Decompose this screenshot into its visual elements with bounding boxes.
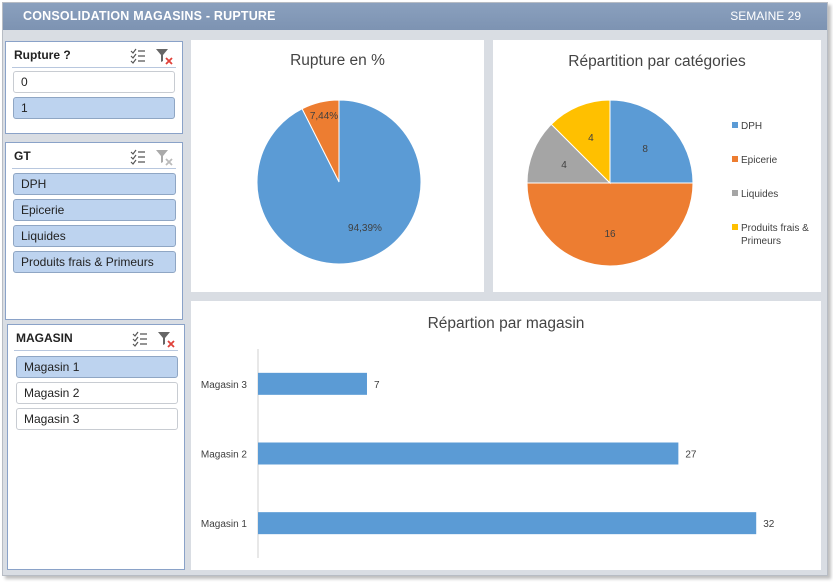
slicer-item-magasin-3[interactable]: Magasin 3: [16, 408, 178, 430]
pie-data-label: 8: [642, 144, 648, 155]
clear-filter-icon[interactable]: [154, 46, 174, 66]
legend-label: DPH: [741, 121, 762, 132]
multi-select-icon[interactable]: [128, 46, 148, 66]
legend-swatch: [732, 190, 738, 196]
legend-swatch: [732, 156, 738, 162]
legend-label: Liquides: [741, 189, 778, 200]
dashboard-title: CONSOLIDATION MAGASINS - RUPTURE: [23, 9, 276, 23]
pie-chart-rupture: 7,44% 94,39%: [256, 99, 422, 265]
pie-data-label: 7,44%: [310, 111, 338, 122]
clear-filter-icon[interactable]: [156, 329, 176, 349]
slicer-header: Rupture ?: [12, 46, 176, 68]
slicer-header: MAGASIN: [14, 329, 178, 351]
category-label: Magasin 2: [201, 450, 248, 461]
pie-slice: [609, 99, 694, 184]
slicer-item-produits-frais[interactable]: Produits frais & Primeurs: [13, 251, 176, 273]
category-label: Magasin 3: [201, 380, 248, 391]
chart-categories-card: Répartition par catégories 8 16 4 4 DPH Epice…: [493, 40, 821, 292]
pie-data-label: 4: [588, 133, 594, 144]
bar: [258, 442, 679, 465]
legend-label: Epicerie: [741, 155, 778, 166]
slicer-item-dph[interactable]: DPH: [13, 173, 176, 195]
pie-chart-categories: 8 16 4 4 DPH Epicerie Liquides Produits frais &…: [526, 99, 809, 267]
legend-swatch: [732, 122, 738, 128]
slicer-rupture: Rupture ? 0 1: [5, 41, 183, 134]
pie-slice: [526, 182, 694, 267]
category-label: Magasin 1: [201, 519, 248, 530]
multi-select-icon[interactable]: [130, 329, 150, 349]
bar: [258, 512, 757, 535]
slicer-item-1[interactable]: 1: [13, 97, 175, 119]
slicer-item-0[interactable]: 0: [13, 71, 175, 93]
slicer-item-epicerie[interactable]: Epicerie: [13, 199, 176, 221]
bar-data-label: 32: [763, 519, 775, 530]
pie-data-label: 94,39%: [348, 223, 382, 234]
legend-label: Produits frais & Primeurs: [741, 223, 809, 247]
bar-data-label: 27: [685, 450, 697, 461]
pie-data-label: 4: [561, 160, 567, 171]
slicer-item-magasin-2[interactable]: Magasin 2: [16, 382, 178, 404]
slicer-title: Rupture ?: [14, 48, 71, 62]
slicer-header: GT: [12, 147, 176, 169]
title-bar: CONSOLIDATION MAGASINS - RUPTURE SEMAINE…: [3, 3, 827, 30]
slicer-magasin: MAGASIN Magasin 1 Magasin 2 Magasin 3: [7, 324, 185, 570]
bar-chart-magasin: Magasin 3 7 Magasin 2 27 Magasin 1 32: [201, 349, 775, 558]
chart-rupture-card: Rupture en % 7,44% 94,39%: [191, 40, 484, 292]
slicer-item-liquides[interactable]: Liquides: [13, 225, 176, 247]
slicer-title: MAGASIN: [16, 331, 73, 345]
pie-data-label: 16: [604, 229, 616, 240]
chart-magasin-card: Répartion par magasin Magasin 3 7 Magasin …: [191, 301, 821, 570]
multi-select-icon[interactable]: [128, 147, 148, 167]
legend-swatch: [732, 224, 738, 230]
slicer-title: GT: [14, 149, 31, 163]
clear-filter-icon[interactable]: [154, 147, 174, 167]
bar-data-label: 7: [374, 380, 380, 391]
pie-slice: [256, 99, 422, 265]
week-label: SEMAINE 29: [730, 9, 801, 23]
dashboard-frame: CONSOLIDATION MAGASINS - RUPTURE SEMAINE…: [2, 2, 828, 576]
slicer-gt: GT DPH Epicerie Liquides Produits frais …: [5, 142, 183, 320]
bar: [258, 372, 367, 395]
slicer-item-magasin-1[interactable]: Magasin 1: [16, 356, 178, 378]
